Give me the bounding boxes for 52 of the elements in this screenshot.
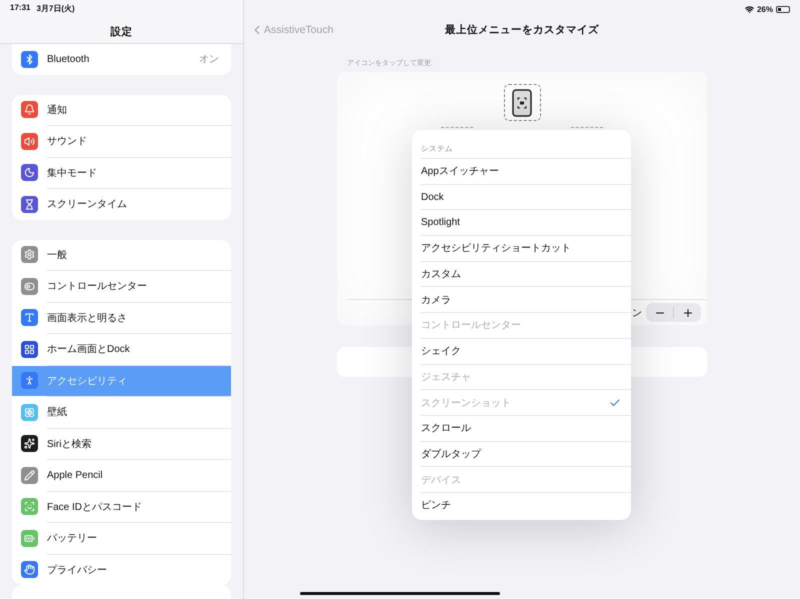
battery-icon (776, 6, 790, 12)
icon-slot[interactable] (504, 84, 540, 121)
popover-item[interactable]: スクロール (421, 414, 631, 441)
sidebar-item-value: オン (199, 53, 219, 66)
popover-item[interactable]: Dock (421, 184, 631, 210)
popover-item-label: コントロールセンター (421, 319, 521, 332)
sidebar-item-label: 壁紙 (47, 406, 68, 420)
popover-item-label: スクリーンショット (421, 396, 511, 410)
sidebar-title: 設定 (110, 25, 132, 39)
sidebar-item-label: コントロールセンター (47, 280, 148, 294)
sidebar-item-label: スクリーンタイム (47, 198, 128, 212)
popover-item[interactable]: Spotlight (421, 209, 631, 236)
popover-item[interactable]: カメラ (421, 286, 631, 312)
sidebar-item-label: アクセシビリティ (47, 374, 128, 388)
sidebar-item-label: バッテリー (47, 532, 98, 546)
sidebar-item-label: 画面表示と明るさ (47, 312, 128, 325)
popover-item-label: Dock (421, 192, 444, 203)
page-title: 最上位メニューをカスタマイズ (445, 23, 599, 37)
popover-item-label: スクロール (421, 422, 471, 436)
popover-item-label: ジェスチャ (421, 370, 471, 384)
sidebar-item-label: Apple Pencil (47, 470, 104, 481)
popover-item[interactable]: ダブルタップ (421, 440, 631, 466)
popover-item-label: カスタム (421, 268, 461, 282)
popover-item[interactable]: Appスイッチャー (421, 158, 631, 184)
popover-item-label: Appスイッチャー (421, 165, 499, 178)
phone-screenshot-icon (512, 88, 532, 116)
popover-item[interactable]: アクセシビリティショートカット (421, 235, 631, 261)
sidebar-item-label: 通知 (47, 104, 68, 117)
popover-item[interactable]: カスタム (421, 260, 631, 286)
icon-count-label: ン (632, 306, 642, 320)
status-date: 3月7日(火) (36, 3, 75, 15)
status-time: 17:31 (10, 3, 30, 14)
sidebar-item-label: 集中モード (47, 166, 98, 180)
popover-item[interactable]: ピンチ (421, 492, 631, 518)
sidebar-item-label: Bluetooth (47, 54, 90, 65)
popover-item-label: デバイス (421, 474, 461, 487)
popover-item-label: ダブルタップ (421, 448, 481, 461)
sidebar-item-label: サウンド (47, 135, 88, 148)
sidebar-item-label: Siriと検索 (47, 438, 92, 451)
sidebar-item-label: Face IDとパスコード (47, 500, 144, 514)
popover-item-label: Spotlight (421, 217, 460, 228)
popover-item-label: シェイク (421, 345, 461, 358)
sidebar-item-label: 一般 (47, 248, 68, 262)
popover-item[interactable]: シェイク (421, 338, 631, 364)
plus-icon (682, 306, 694, 318)
sidebar-item-label: プライバシー (47, 564, 108, 577)
sidebar-item-label: ホーム画面とDock (47, 343, 131, 356)
popover-item-label: カメラ (421, 294, 451, 307)
battery-percent: 26% (756, 4, 773, 14)
wifi-icon (744, 4, 754, 14)
popover-item-label: アクセシビリティショートカット (421, 242, 571, 256)
popover-item-label: ピンチ (421, 499, 451, 512)
